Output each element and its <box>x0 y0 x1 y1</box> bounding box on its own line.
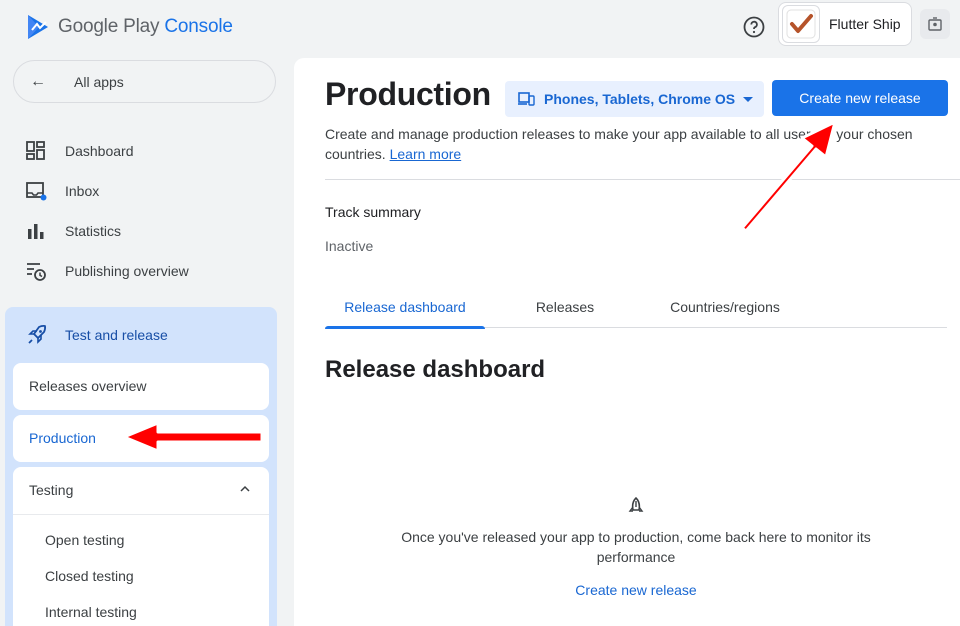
device-type-select[interactable]: Phones, Tablets, Chrome OS <box>505 81 764 117</box>
test-and-release-label: Test and release <box>65 327 168 343</box>
account-badge-icon <box>928 17 942 31</box>
testing-label: Testing <box>29 482 74 498</box>
play-console-logo-icon <box>28 15 48 39</box>
inbox-icon <box>26 182 47 201</box>
page-title: Production <box>325 76 491 112</box>
track-status: Inactive <box>325 238 374 254</box>
tab-countries-regions[interactable]: Countries/regions <box>645 286 805 328</box>
sidebar-item-publishing-overview[interactable]: Publishing overview <box>25 259 189 283</box>
back-arrow-icon: ← <box>30 72 46 90</box>
chevron-up-icon <box>240 485 250 492</box>
production-label: Production <box>29 430 96 446</box>
statistics-icon <box>28 224 44 239</box>
all-apps-label: All apps <box>74 73 124 90</box>
device-select-label: Phones, Tablets, Chrome OS <box>544 91 736 107</box>
dashboard-icon <box>26 141 45 160</box>
tab-bar: Release dashboard Releases Countries/reg… <box>325 286 947 329</box>
create-new-release-button[interactable]: Create new release <box>772 80 948 116</box>
active-tab-indicator <box>325 326 485 329</box>
top-bar: Google Play Console Flutter Ship <box>0 0 960 58</box>
dropdown-caret-icon <box>743 96 754 102</box>
sidebar-item-label: Statistics <box>65 223 122 239</box>
sidebar-item-test-and-release[interactable]: Test and release <box>26 323 168 347</box>
app-check-icon <box>786 9 816 39</box>
page-description: Create and manage production releases to… <box>325 124 945 164</box>
app-name: Flutter Ship <box>829 16 901 32</box>
tab-release-dashboard[interactable]: Release dashboard <box>325 286 485 329</box>
sidebar-item-dashboard[interactable]: Dashboard <box>25 139 134 163</box>
app-icon <box>782 5 820 43</box>
sidebar-item-label: Inbox <box>65 183 100 199</box>
sidebar: ← All apps Dashboard Inbox Statistics Pu… <box>0 58 290 626</box>
sidebar-item-label: Publishing overview <box>65 263 189 279</box>
testing-toggle[interactable]: Testing <box>13 467 269 514</box>
publishing-overview-icon <box>27 263 46 281</box>
empty-state-create-link[interactable]: Create new release <box>536 582 736 598</box>
logo-text-console: Console <box>164 16 233 37</box>
tab-releases[interactable]: Releases <box>505 286 625 328</box>
header-divider <box>325 179 960 180</box>
testing-divider <box>13 514 269 515</box>
sidebar-item-internal-testing[interactable]: Internal testing <box>45 604 137 620</box>
sidebar-item-releases-overview[interactable]: Releases overview <box>13 363 269 410</box>
learn-more-link[interactable]: Learn more <box>390 146 462 162</box>
tab-label: Countries/regions <box>670 299 780 315</box>
track-summary-label: Track summary <box>325 204 421 220</box>
logo-text-google-play: Google Play <box>58 16 160 37</box>
sidebar-item-production[interactable]: Production <box>13 415 269 462</box>
devices-icon <box>518 92 535 106</box>
main-content: Production Phones, Tablets, Chrome OS Cr… <box>294 58 960 626</box>
rocket-outline-icon <box>628 497 644 512</box>
test-and-release-section: Test and release Releases overview Produ… <box>5 307 277 626</box>
empty-state-text: Once you've released your app to product… <box>401 529 871 565</box>
tab-label: Releases <box>535 299 595 315</box>
sidebar-item-statistics[interactable]: Statistics <box>25 219 121 243</box>
tab-label: Release dashboard <box>344 299 466 315</box>
section-title: Release dashboard <box>325 356 546 383</box>
account-icon[interactable] <box>920 9 950 39</box>
sidebar-item-closed-testing[interactable]: Closed testing <box>45 568 134 584</box>
all-apps-button[interactable]: ← All apps <box>13 60 276 103</box>
play-console-logo[interactable]: Google Play Console <box>26 14 233 40</box>
help-icon[interactable] <box>742 15 766 39</box>
rocket-icon <box>28 325 46 344</box>
sidebar-item-open-testing[interactable]: Open testing <box>45 532 124 548</box>
releases-overview-label: Releases overview <box>29 378 147 394</box>
sidebar-item-inbox[interactable]: Inbox <box>25 179 99 203</box>
logo-text: Google Play Console <box>58 16 233 38</box>
app-selector[interactable]: Flutter Ship <box>778 2 912 46</box>
sidebar-item-label: Dashboard <box>65 143 134 159</box>
testing-group: Testing Open testing Closed testing Inte… <box>13 467 269 626</box>
